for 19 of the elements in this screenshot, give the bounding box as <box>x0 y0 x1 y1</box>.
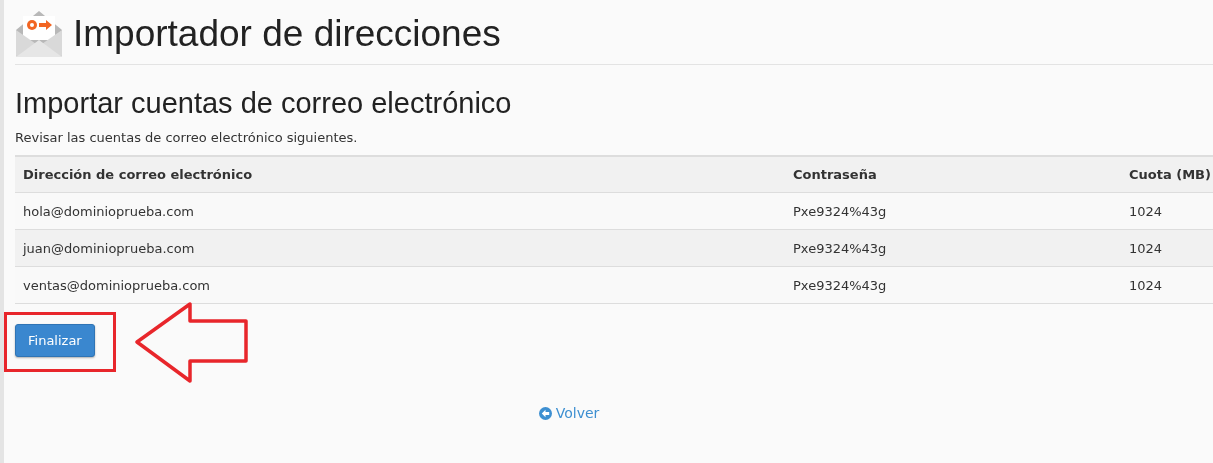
back-arrow-icon <box>538 406 552 420</box>
table-cell: 1024 <box>1121 266 1213 304</box>
table-cell: Pxe9324%43g <box>785 192 1121 230</box>
finish-button[interactable]: Finalizar <box>15 324 95 357</box>
table-cell: ventas@dominioprueba.com <box>15 266 785 304</box>
section-heading: Importar cuentas de correo electrónico <box>15 87 513 120</box>
table-cell: 1024 <box>1121 229 1213 267</box>
column-header: Contraseña <box>785 157 1121 193</box>
page-title: Importador de direcciones <box>73 13 501 55</box>
table-cell: juan@dominioprueba.com <box>15 229 785 267</box>
description-text: Revisar las cuentas de correo electrónico siguientes. <box>15 130 359 145</box>
table-cell: Pxe9324%43g <box>785 229 1121 267</box>
table-cell: hola@dominioprueba.com <box>15 192 785 230</box>
envelope-icon <box>15 10 63 58</box>
back-link[interactable]: Volver <box>538 405 600 421</box>
column-header: Cuota (MB) <box>1121 157 1213 193</box>
table-cell: Pxe9324%43g <box>785 266 1121 304</box>
column-header: Dirección de correo electrónico <box>15 157 785 193</box>
table-cell: 1024 <box>1121 192 1213 230</box>
